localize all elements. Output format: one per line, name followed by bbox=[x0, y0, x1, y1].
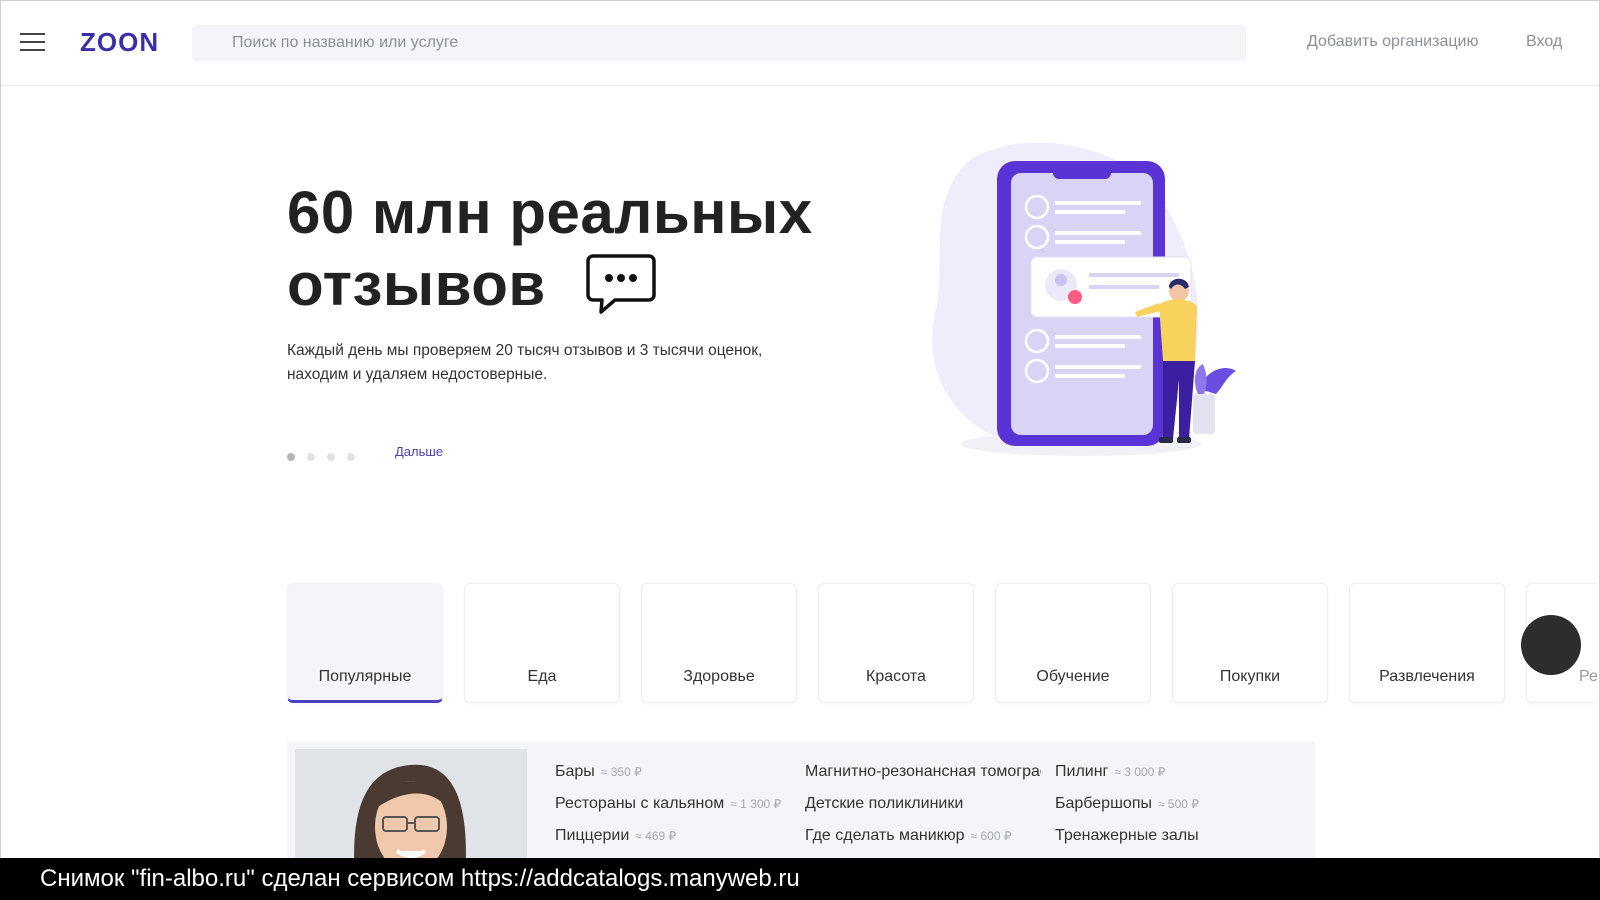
price-label: ≈ 1 300 ₽ bbox=[730, 797, 782, 811]
floating-action-button[interactable] bbox=[1521, 615, 1581, 675]
tab-label: Развлечения bbox=[1379, 668, 1475, 685]
tab-label: Здоровье bbox=[683, 668, 755, 685]
hero-title: 60 млн реальных отзывов bbox=[287, 177, 813, 321]
tab-label: Ре bbox=[1579, 668, 1598, 685]
price-label: ≈ 3 000 ₽ bbox=[1114, 765, 1166, 779]
tab-popular[interactable]: Популярные bbox=[287, 583, 443, 703]
tab-education[interactable]: Обучение bbox=[995, 583, 1151, 703]
popular-link[interactable]: Где сделать маникюр ≈ 600 ₽ bbox=[805, 827, 1041, 859]
reviews-illustration bbox=[932, 142, 1236, 456]
tab-label: Покупки bbox=[1219, 668, 1281, 685]
site-header: ZOON Добавить организацию Вход bbox=[1, 1, 1599, 86]
link-text: Пилинг bbox=[1055, 763, 1109, 780]
popular-panel: Бары ≈ 350 ₽ Рестораны с кальяном ≈ 1 300 … bbox=[287, 741, 1315, 859]
slider-dots bbox=[287, 448, 367, 466]
add-organization-link[interactable]: Добавить организацию bbox=[1307, 33, 1478, 51]
speech-bubble-icon bbox=[586, 254, 656, 314]
link-text: Рестораны с кальяном bbox=[555, 795, 725, 812]
price-label: ≈ 350 ₽ bbox=[600, 765, 642, 779]
tab-label: Красота bbox=[866, 668, 926, 685]
browser-viewport: ZOON Добавить организацию Вход 60 млн ре… bbox=[0, 0, 1600, 859]
price-label: ≈ 500 ₽ bbox=[1157, 797, 1199, 811]
popular-link[interactable]: Детские поликлиники bbox=[805, 795, 1041, 827]
search-input[interactable] bbox=[192, 25, 1246, 61]
link-text: Детские поликлиники bbox=[805, 795, 964, 812]
site-logo[interactable]: ZOON bbox=[80, 27, 159, 58]
popular-link[interactable]: Барбершопы ≈ 500 ₽ bbox=[1055, 795, 1291, 827]
popular-link[interactable]: Пилинг ≈ 3 000 ₽ bbox=[1055, 763, 1291, 795]
popular-links-column-2: Магнитно-резонансная томография Детские … bbox=[805, 763, 1041, 859]
hero-description-line-2: находим и удаляем недостоверные. bbox=[287, 366, 548, 383]
hero-description-line-1: Каждый день мы проверяем 20 тысяч отзыво… bbox=[287, 342, 763, 359]
login-link[interactable]: Вход bbox=[1526, 33, 1562, 51]
slider-dot[interactable] bbox=[347, 453, 355, 461]
link-text: Магнитно-резонансная томография bbox=[805, 763, 1041, 780]
tab-shopping[interactable]: Покупки bbox=[1172, 583, 1328, 703]
woman-photo bbox=[295, 749, 527, 859]
next-slide-link[interactable]: Дальше bbox=[395, 444, 443, 459]
link-text: Пиццерии bbox=[555, 827, 630, 844]
hero-title-line-1: 60 млн реальных bbox=[287, 179, 813, 246]
popular-link[interactable]: Бары ≈ 350 ₽ bbox=[555, 763, 791, 795]
tab-label: Еда bbox=[527, 668, 557, 685]
popular-link[interactable]: Тренажерные залы bbox=[1055, 827, 1291, 859]
tab-label: Обучение bbox=[1036, 668, 1110, 685]
search-bar[interactable] bbox=[192, 25, 1246, 61]
tab-entertainment[interactable]: Развлечения bbox=[1349, 583, 1505, 703]
slider-dot[interactable] bbox=[307, 453, 315, 461]
menu-icon[interactable] bbox=[20, 33, 45, 51]
tab-health[interactable]: Здоровье bbox=[641, 583, 797, 703]
link-text: Барбершопы bbox=[1055, 795, 1152, 812]
screenshot-caption: Снимок "fin-albo.ru" сделан сервисом htt… bbox=[0, 858, 1600, 900]
popular-link[interactable]: Рестораны с кальяном ≈ 1 300 ₽ bbox=[555, 795, 791, 827]
slider-dot[interactable] bbox=[327, 453, 335, 461]
slider-dot[interactable] bbox=[287, 453, 295, 461]
popular-links-column-1: Бары ≈ 350 ₽ Рестораны с кальяном ≈ 1 300 … bbox=[555, 763, 791, 859]
popular-links-column-3: Пилинг ≈ 3 000 ₽ Барбершопы ≈ 500 ₽ Тренаж… bbox=[1055, 763, 1291, 859]
tab-beauty[interactable]: Красота bbox=[818, 583, 974, 703]
hero-description: Каждый день мы проверяем 20 тысяч отзыво… bbox=[287, 339, 807, 387]
popular-link[interactable]: Пиццерии ≈ 469 ₽ bbox=[555, 827, 791, 859]
link-text: Где сделать маникюр bbox=[805, 827, 965, 844]
hero-title-line-2: отзывов bbox=[287, 251, 546, 318]
popular-link[interactable]: Магнитно-резонансная томография bbox=[805, 763, 1041, 795]
promo-photo bbox=[295, 749, 527, 859]
link-text: Тренажерные залы bbox=[1055, 827, 1199, 844]
price-label: ≈ 600 ₽ bbox=[970, 829, 1012, 843]
price-label: ≈ 469 ₽ bbox=[635, 829, 677, 843]
link-text: Бары bbox=[555, 763, 595, 780]
tab-food[interactable]: Еда bbox=[464, 583, 620, 703]
tab-label: Популярные bbox=[318, 668, 412, 685]
